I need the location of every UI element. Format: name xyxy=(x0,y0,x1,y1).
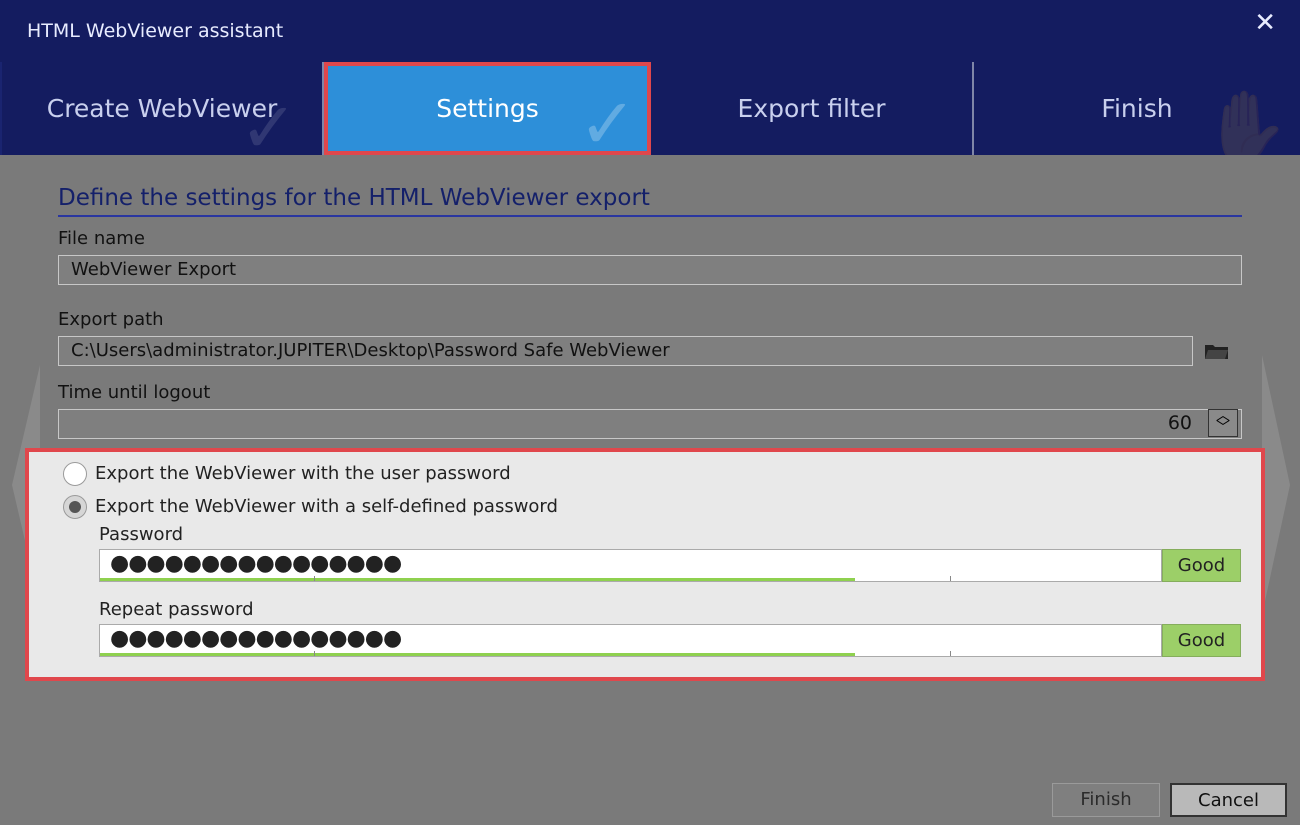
logout-value: 60 xyxy=(1167,412,1192,434)
tab-settings[interactable]: Settings ✓ xyxy=(324,62,651,155)
tab-settings-label: Settings xyxy=(436,94,539,123)
strength-tick xyxy=(950,576,951,581)
check-circle-icon: ✓ xyxy=(578,83,637,155)
logout-spinner[interactable]: ︿ ﹀ xyxy=(1208,409,1238,437)
browse-folder-icon[interactable] xyxy=(1204,341,1230,361)
tab-export-filter-label: Export filter xyxy=(737,94,886,123)
close-icon[interactable]: ✕ xyxy=(1254,8,1276,38)
repeat-password-strength-badge: Good xyxy=(1162,624,1241,657)
repeat-password-strength-meter xyxy=(100,653,855,656)
assistant-window: HTML WebViewer assistant ✕ Create WebVie… xyxy=(0,0,1300,825)
tab-finish-label: Finish xyxy=(1101,94,1173,123)
next-step-arrow-icon[interactable] xyxy=(1262,355,1290,615)
password-strength-meter xyxy=(100,578,855,581)
heading-divider xyxy=(58,215,1242,217)
password-options-box: Export the WebViewer with the user passw… xyxy=(25,448,1265,681)
page-title: Define the settings for the HTML WebView… xyxy=(58,185,650,211)
radio-user-password-label[interactable]: Export the WebViewer with the user passw… xyxy=(95,463,511,484)
cancel-button[interactable]: Cancel xyxy=(1170,783,1287,817)
check-circle-icon: ✓ xyxy=(239,87,298,155)
hand-stop-icon: ✋ xyxy=(1202,86,1290,155)
logout-field[interactable] xyxy=(58,409,1242,439)
title-bar: HTML WebViewer assistant ✕ xyxy=(0,0,1300,62)
logout-label: Time until logout xyxy=(58,382,211,403)
export-path-field[interactable]: C:\Users\administrator.JUPITER\Desktop\P… xyxy=(58,336,1193,366)
finish-button[interactable]: Finish xyxy=(1052,783,1160,817)
chevron-down-icon[interactable]: ﹀ xyxy=(1216,420,1230,436)
file-name-label: File name xyxy=(58,228,145,249)
tab-create-webviewer[interactable]: Create WebViewer ✓ xyxy=(2,62,324,155)
export-path-label: Export path xyxy=(58,309,164,330)
radio-user-password[interactable] xyxy=(63,462,87,486)
tab-finish[interactable]: Finish ✋ xyxy=(974,62,1300,155)
repeat-password-label: Repeat password xyxy=(99,599,254,620)
file-name-field[interactable]: WebViewer Export xyxy=(58,255,1242,285)
password-label: Password xyxy=(99,524,184,545)
password-strength-badge: Good xyxy=(1162,549,1241,582)
wizard-tabs: Create WebViewer ✓ Settings ✓ Export fil… xyxy=(0,62,1300,155)
strength-tick xyxy=(314,651,315,656)
strength-tick xyxy=(950,651,951,656)
window-title: HTML WebViewer assistant xyxy=(27,20,284,42)
strength-tick xyxy=(314,576,315,581)
tab-export-filter[interactable]: Export filter xyxy=(651,62,974,155)
radio-self-defined-password-label[interactable]: Export the WebViewer with a self-defined… xyxy=(95,496,558,517)
radio-self-defined-password[interactable] xyxy=(63,495,87,519)
